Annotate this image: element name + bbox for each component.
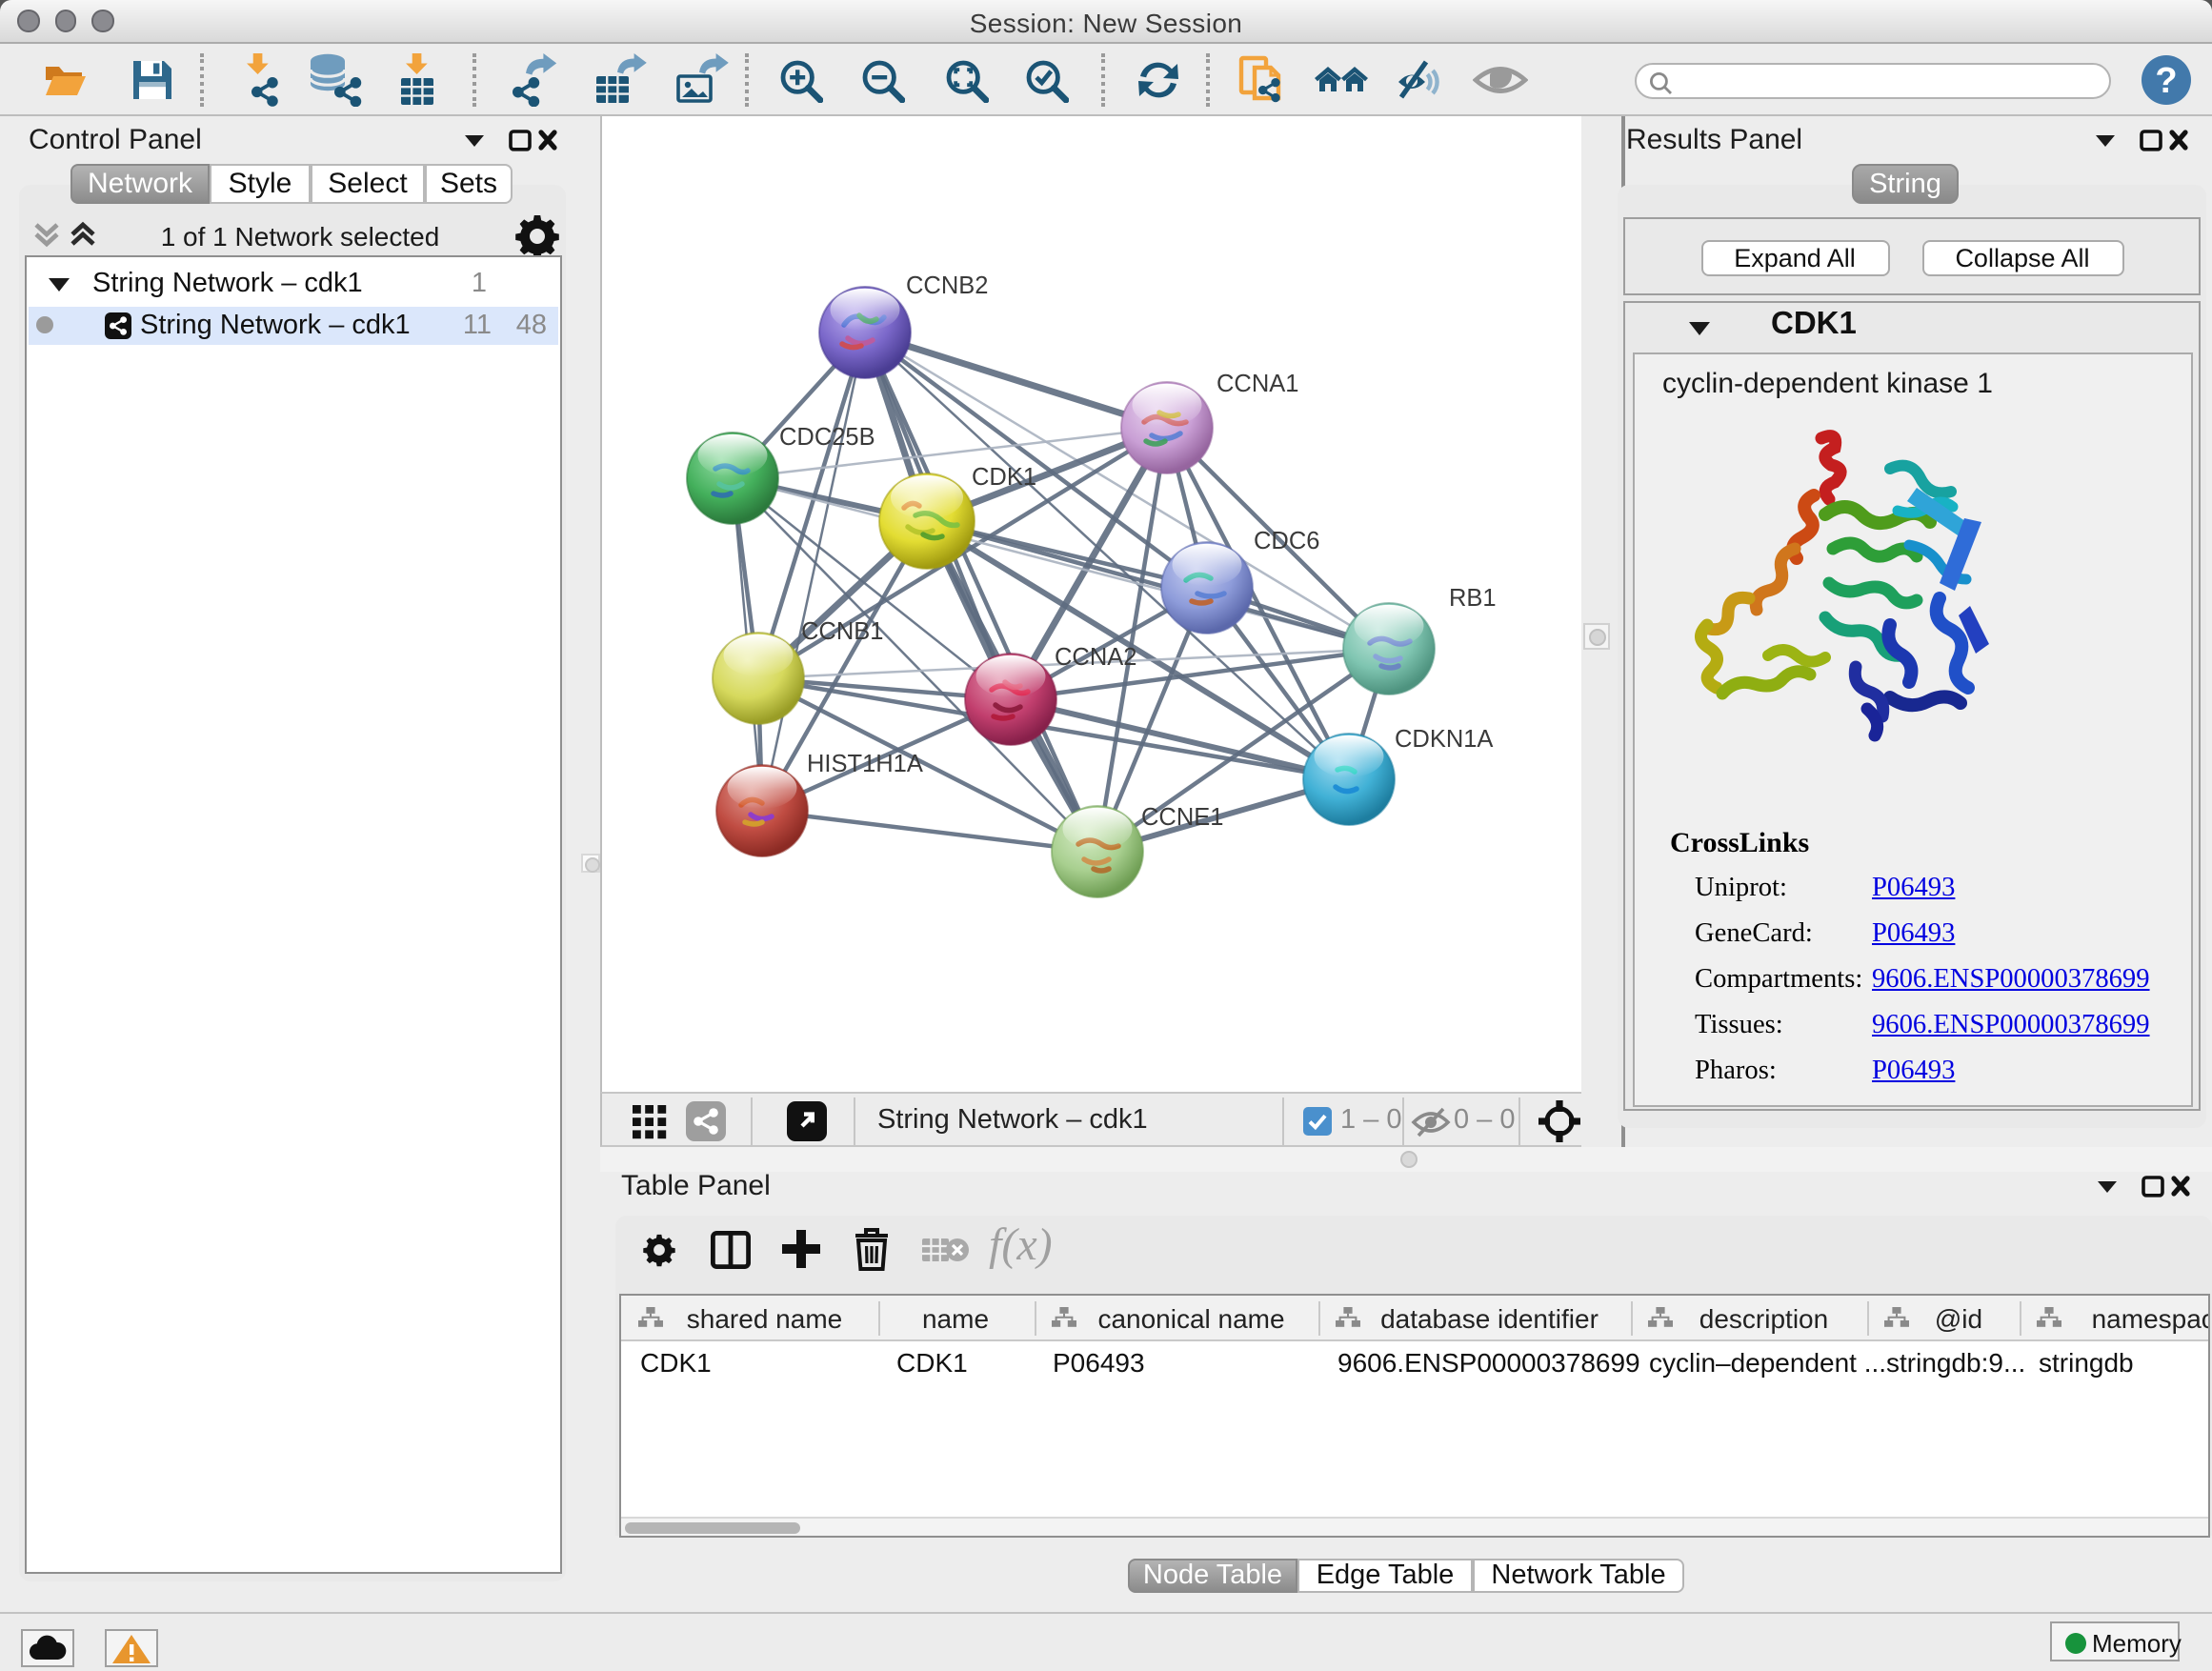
svg-text:HIST1H1A: HIST1H1A: [807, 751, 923, 777]
svg-text:CCNE1: CCNE1: [1141, 804, 1223, 831]
svg-text:CDK1: CDK1: [972, 464, 1036, 491]
svg-text:CDC25B: CDC25B: [779, 424, 875, 451]
svg-text:CCNB1: CCNB1: [801, 618, 883, 645]
svg-text:?: ?: [2155, 61, 2177, 101]
svg-text:CCNA1: CCNA1: [1217, 371, 1298, 397]
svg-text:RB1: RB1: [1449, 585, 1497, 612]
svg-text:CCNA2: CCNA2: [1055, 644, 1136, 671]
svg-text:CCNB2: CCNB2: [906, 272, 988, 299]
svg-text:CDC6: CDC6: [1254, 528, 1319, 554]
svg-text:CDKN1A: CDKN1A: [1395, 726, 1493, 753]
